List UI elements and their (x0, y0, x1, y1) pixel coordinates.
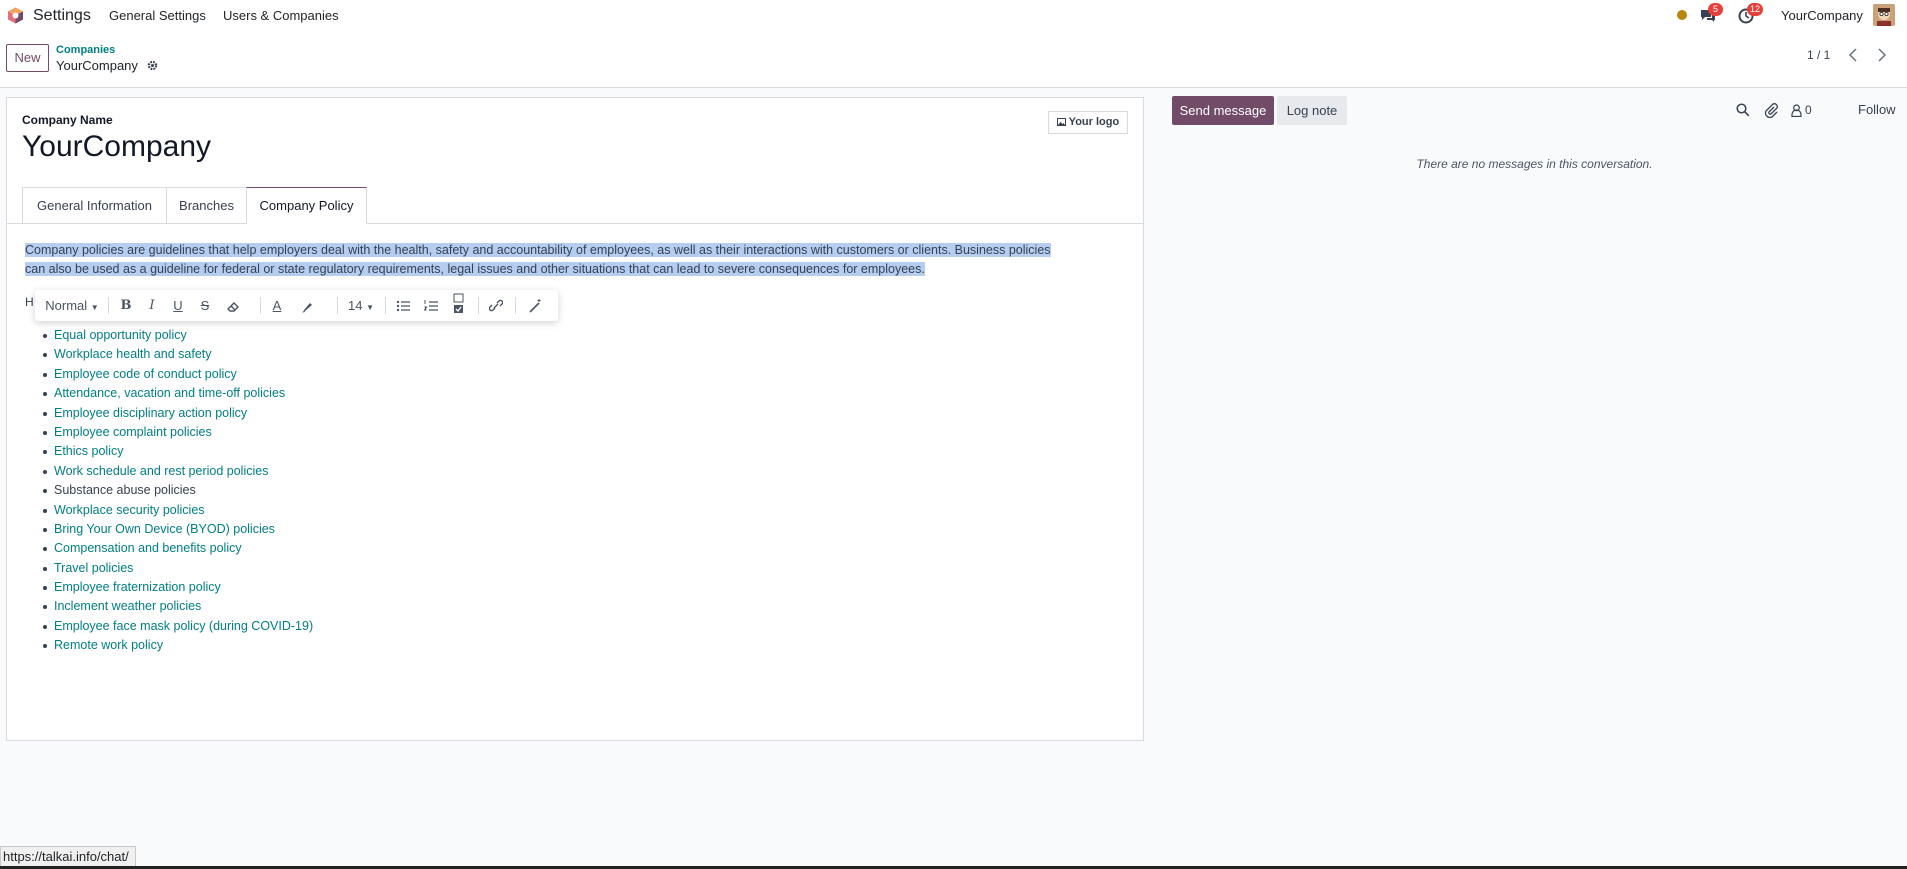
paperclip-icon[interactable] (1764, 102, 1778, 118)
style-dropdown[interactable]: Normal ▼ (42, 290, 102, 321)
toolbar-separator (108, 297, 109, 314)
log-note-button[interactable]: Log note (1277, 96, 1347, 125)
strikethrough-icon[interactable]: S (195, 290, 215, 321)
list-item[interactable]: Bring Your Own Device (BYOD) policies (38, 520, 313, 539)
list-item[interactable]: Attendance, vacation and time-off polici… (38, 384, 313, 403)
toolbar-separator (515, 297, 516, 314)
eraser-icon[interactable] (222, 290, 244, 321)
list-item[interactable]: Employee disciplinary action policy (38, 404, 313, 423)
your-logo-button[interactable]: Your logo (1048, 111, 1128, 134)
policy-list: Equal opportunity policy Workplace healt… (38, 326, 313, 656)
follow-button[interactable]: Follow (1858, 102, 1896, 117)
list-item: Substance abuse policies (38, 481, 313, 500)
no-messages-text: There are no messages in this conversati… (1416, 157, 1653, 171)
checklist-icon[interactable] (448, 290, 470, 321)
list-item[interactable]: Workplace health and safety (38, 345, 313, 364)
list-item[interactable]: Employee complaint policies (38, 423, 313, 442)
company-name-input[interactable]: YourCompany (22, 130, 211, 164)
list-item[interactable]: Workplace security policies (38, 501, 313, 520)
messages-badge: 5 (1708, 3, 1723, 16)
breadcrumb-current-label: YourCompany (56, 58, 138, 73)
caret-down-icon: ▼ (366, 303, 374, 312)
followers-count: 0 (1805, 103, 1812, 117)
toolbar-separator (478, 297, 479, 314)
search-icon[interactable] (1736, 103, 1750, 117)
policy-intro-text[interactable]: Company policies are guidelines that hel… (25, 241, 1085, 279)
send-message-button[interactable]: Send message (1172, 96, 1274, 125)
followers-button[interactable]: 0 (1791, 102, 1812, 118)
caret-down-icon: ▼ (90, 303, 99, 312)
list-item[interactable]: Equal opportunity policy (38, 326, 313, 345)
list-item[interactable]: Work schedule and rest period policies (38, 462, 313, 481)
intro-line-2: can also be used as a guideline for fede… (25, 262, 925, 276)
activities-badge: 12 (1747, 3, 1764, 16)
tab-general-information[interactable]: General Information (22, 187, 167, 224)
intro-line-1: Company policies are guidelines that hel… (25, 243, 1051, 257)
breadcrumb-current: YourCompany (56, 58, 158, 73)
company-name-label: Company Name (22, 113, 113, 127)
bold-icon[interactable]: B (115, 290, 137, 321)
list-item[interactable]: Compensation and benefits policy (38, 539, 313, 558)
tab-branches[interactable]: Branches (166, 187, 247, 224)
editor-toolbar: Normal ▼ B I U S A 14 ▼ (35, 290, 558, 321)
list-item[interactable]: Ethics policy (38, 442, 313, 461)
list-item[interactable]: Remote work policy (38, 636, 313, 655)
italic-icon[interactable]: I (142, 290, 162, 321)
numbered-list-icon[interactable] (420, 290, 442, 321)
font-color-icon[interactable]: A (267, 290, 287, 321)
image-icon (1056, 118, 1066, 126)
bulleted-list-icon[interactable] (392, 290, 414, 321)
tab-company-policy[interactable]: Company Policy (246, 187, 367, 224)
toolbar-separator (260, 297, 261, 314)
partially-hidden-heading: H (25, 295, 34, 309)
top-navbar: Settings General Settings Users & Compan… (0, 0, 1907, 31)
menu-general-settings[interactable]: General Settings (109, 8, 206, 23)
link-icon[interactable] (485, 290, 507, 321)
your-logo-label: Your logo (1068, 116, 1120, 128)
toolbar-separator (385, 297, 386, 314)
user-avatar[interactable] (1873, 4, 1895, 26)
status-dot-icon[interactable] (1676, 9, 1688, 21)
gear-icon[interactable] (147, 60, 158, 71)
company-switcher[interactable]: YourCompany (1781, 8, 1863, 23)
pager-value[interactable]: 1 / 1 (1807, 48, 1830, 62)
list-item[interactable]: Inclement weather policies (38, 597, 313, 616)
style-dropdown-value: Normal (45, 298, 88, 313)
list-item[interactable]: Employee face mask policy (during COVID-… (38, 617, 313, 636)
list-item[interactable]: Employee fraternization policy (38, 578, 313, 597)
list-item[interactable]: Employee code of conduct policy (38, 365, 313, 384)
control-panel (0, 31, 1907, 88)
menu-users-companies[interactable]: Users & Companies (223, 8, 339, 23)
list-item[interactable]: Travel policies (38, 559, 313, 578)
font-size-value: 14 (347, 298, 363, 313)
status-url-tooltip: https://talkai.info/chat/ (0, 846, 136, 867)
app-name[interactable]: Settings (33, 7, 91, 25)
font-size-dropdown[interactable]: 14 ▼ (344, 290, 378, 321)
toolbar-separator (337, 297, 338, 314)
follower-user-icon (1791, 103, 1802, 117)
breadcrumb-companies-link[interactable]: Companies (56, 44, 115, 56)
highlight-brush-icon[interactable] (297, 290, 317, 321)
new-button[interactable]: New (6, 44, 49, 72)
pager-next-button[interactable] (1869, 44, 1895, 66)
underline-icon[interactable]: U (168, 290, 188, 321)
pager-previous-button[interactable] (1840, 44, 1866, 66)
magic-wand-icon[interactable] (523, 290, 547, 321)
odoo-app-icon[interactable] (7, 7, 24, 24)
